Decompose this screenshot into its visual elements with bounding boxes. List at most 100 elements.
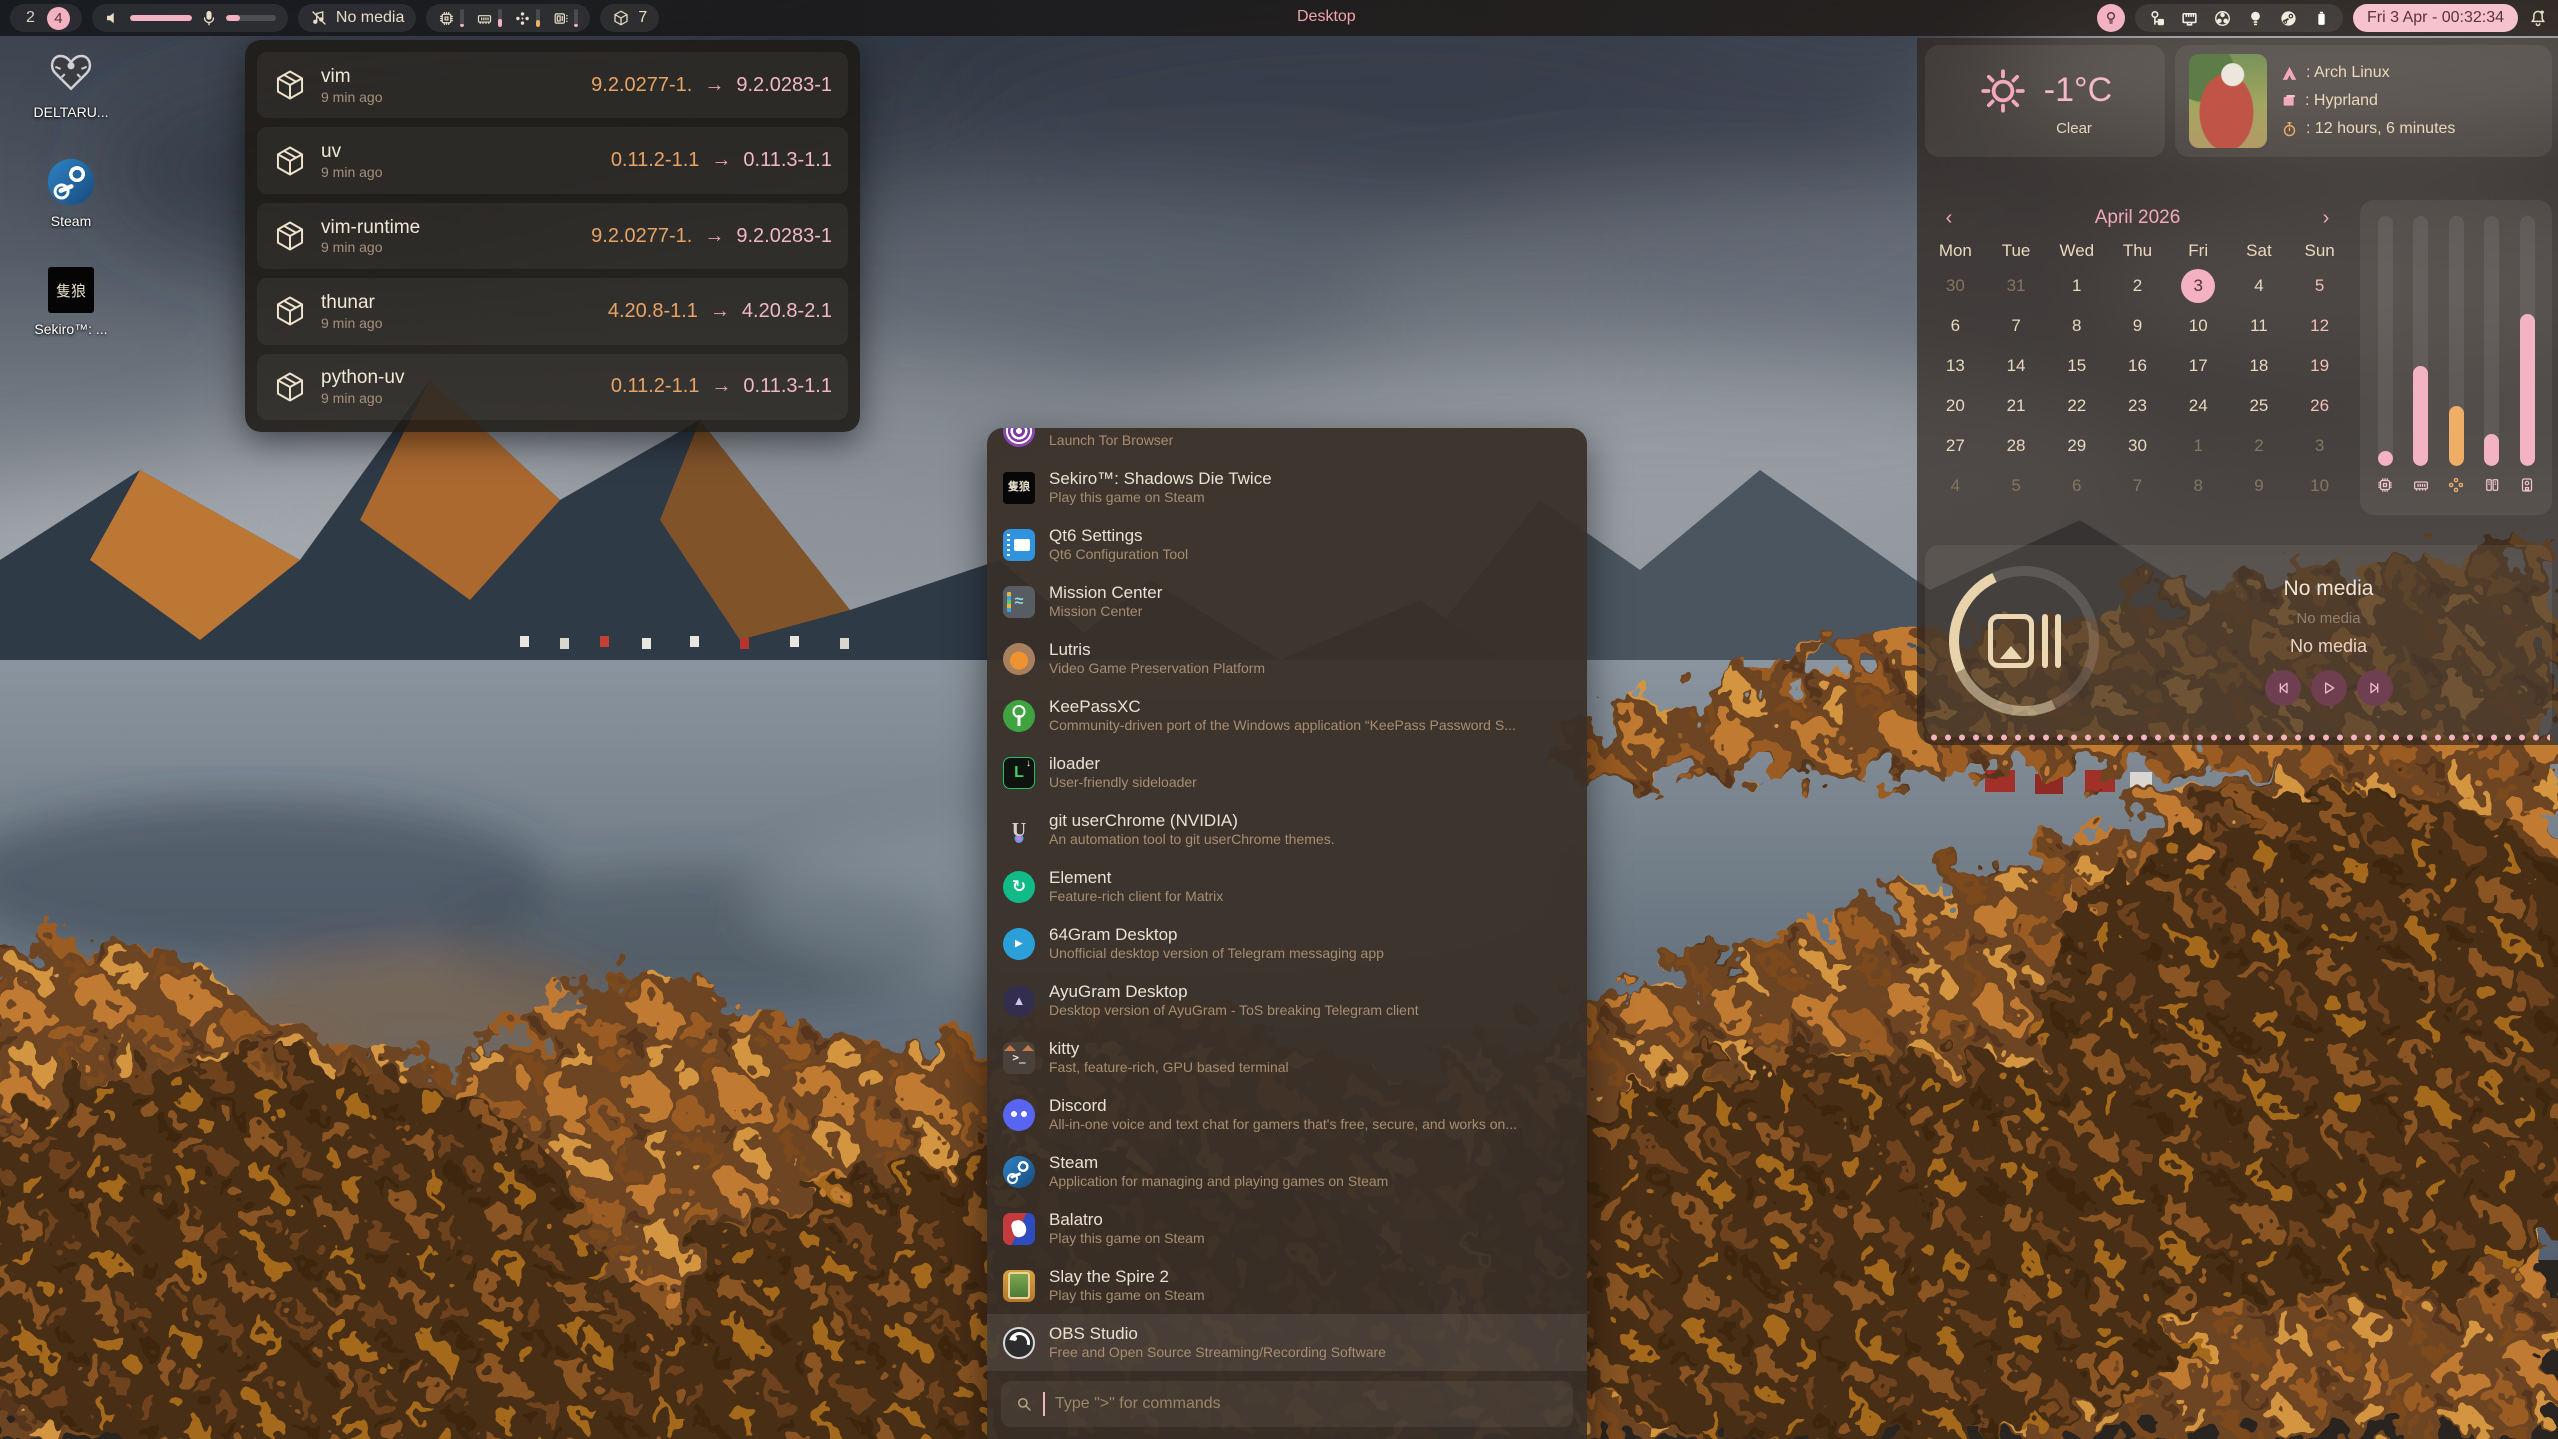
notification-bell-icon[interactable]	[2528, 8, 2548, 28]
updates-chip[interactable]: 7	[600, 4, 659, 32]
system-monitor-module[interactable]	[426, 4, 590, 32]
calendar-date-cell[interactable]: 7	[2107, 466, 2168, 506]
calendar-date-cell[interactable]: 30	[2107, 426, 2168, 466]
launcher-app-row[interactable]: L iloader User-friendly sideloader	[987, 744, 1587, 801]
calendar-date-cell[interactable]: 9	[2229, 466, 2290, 506]
update-row[interactable]: vim-runtime 9 min ago 9.2.0277-1. → 9.2.…	[257, 203, 848, 269]
calendar-date-cell[interactable]: 10	[2289, 466, 2350, 506]
calendar-date-cell[interactable]: 8	[2168, 466, 2229, 506]
calendar-date-cell[interactable]: 4	[1925, 466, 1986, 506]
calendar-date-cell[interactable]: 16	[2107, 346, 2168, 386]
calendar-next-button[interactable]: ›	[2316, 207, 2336, 230]
calendar-date-cell[interactable]: 3	[2289, 426, 2350, 466]
calendar-date-cell[interactable]: 23	[2107, 386, 2168, 426]
calendar-date-cell[interactable]: 29	[2046, 426, 2107, 466]
play-button[interactable]	[2311, 670, 2347, 706]
calendar-date-cell[interactable]: 27	[1925, 426, 1986, 466]
keepassxc-tray-icon[interactable]	[2147, 9, 2166, 28]
calendar-date-cell[interactable]: 31	[1986, 266, 2047, 306]
calendar-date-cell[interactable]: 2	[2229, 426, 2290, 466]
arrow-icon: →	[704, 225, 724, 248]
launcher-app-row[interactable]: Qt6 Settings Qt6 Configuration Tool	[987, 516, 1587, 573]
calendar-date-cell[interactable]: 17	[2168, 346, 2229, 386]
calendar-date-cell[interactable]: 14	[1986, 346, 2047, 386]
calendar-date-cell[interactable]: 3	[2168, 266, 2229, 306]
workspace-4-active[interactable]: 4	[47, 7, 70, 30]
calendar-date-cell[interactable]: 2	[2107, 266, 2168, 306]
launcher-app-row[interactable]: ▲ 64Gram Desktop Unofficial desktop vers…	[987, 915, 1587, 972]
calendar-date-cell[interactable]: 30	[1925, 266, 1986, 306]
app-description: An automation tool to git userChrome the…	[1049, 831, 1335, 849]
launcher-app-row[interactable]: 隻狼 Sekiro™: Shadows Die Twice Play this …	[987, 459, 1587, 516]
launcher-app-row[interactable]: Lutris Video Game Preservation Platform	[987, 630, 1587, 687]
launcher-app-row[interactable]: Tor Browser Launch Tor Browser	[987, 428, 1587, 459]
app-icon: L	[1003, 757, 1035, 789]
launcher-app-row[interactable]: >_ kitty Fast, feature-rich, GPU based t…	[987, 1029, 1587, 1086]
volume-module[interactable]	[92, 4, 288, 32]
media-chip[interactable]: No media	[298, 4, 416, 32]
disk-usage-column	[2518, 216, 2536, 505]
workspace-2[interactable]: 2	[22, 9, 39, 27]
launcher-app-row[interactable]: Discord All-in-one voice and text chat f…	[987, 1086, 1587, 1143]
launcher-app-row[interactable]: ≈ Mission Center Mission Center	[987, 573, 1587, 630]
launcher-app-row[interactable]: Balatro Play this game on Steam	[987, 1200, 1587, 1257]
calendar-date-cell[interactable]: 12	[2289, 306, 2350, 346]
launcher-app-row[interactable]: KeePassXC Community-driven port of the W…	[987, 687, 1587, 744]
network-tray-icon[interactable]	[2180, 9, 2199, 28]
next-track-button[interactable]	[2357, 670, 2393, 706]
calendar-date-cell[interactable]: 9	[2107, 306, 2168, 346]
calendar-date-cell[interactable]: 25	[2229, 386, 2290, 426]
calendar-date-cell[interactable]: 5	[2289, 266, 2350, 306]
calendar-date-cell[interactable]: 20	[1925, 386, 1986, 426]
battery-tray-icon[interactable]	[2312, 9, 2331, 28]
idle-inhibitor-button[interactable]	[2097, 4, 2125, 32]
calendar-date-cell[interactable]: 1	[2168, 426, 2229, 466]
calendar-date-cell[interactable]: 6	[2046, 466, 2107, 506]
previous-track-button[interactable]	[2265, 670, 2301, 706]
steam-tray-icon[interactable]	[2279, 9, 2298, 28]
calendar-date-cell[interactable]: 5	[1986, 466, 2047, 506]
calendar-date-cell[interactable]: 15	[2046, 346, 2107, 386]
calendar-date-cell[interactable]: 7	[1986, 306, 2047, 346]
cpu-usage-column	[2376, 216, 2394, 505]
lightbulb-tray-icon[interactable]	[2246, 9, 2265, 28]
calendar-date-cell[interactable]: 18	[2229, 346, 2290, 386]
mic-slider[interactable]	[226, 15, 276, 21]
update-row[interactable]: uv 9 min ago 0.11.2-1.1 → 0.11.3-1.1	[257, 127, 848, 193]
obs-tray-icon[interactable]	[2213, 9, 2232, 28]
calendar-date-cell[interactable]: 1	[2046, 266, 2107, 306]
launcher-search-input[interactable]: Type ">" for commands	[1001, 1381, 1573, 1427]
calendar-date-cell[interactable]: 11	[2229, 306, 2290, 346]
app-icon	[1003, 643, 1035, 675]
launcher-app-row[interactable]: OBS Studio Free and Open Source Streamin…	[987, 1314, 1587, 1371]
pause-bars-icon	[2042, 614, 2061, 668]
calendar-date-cell[interactable]: 21	[1986, 386, 2047, 426]
calendar-date-cell[interactable]: 4	[2229, 266, 2290, 306]
volume-slider[interactable]	[130, 15, 192, 21]
calendar-date-cell[interactable]: 22	[2046, 386, 2107, 426]
calendar-date-cell[interactable]: 28	[1986, 426, 2047, 466]
desktop-icon-sekiro[interactable]: 隻狼 Sekiro™: ...	[16, 267, 126, 337]
desktop-icon-deltarune[interactable]: DELTARU...	[16, 46, 126, 120]
launcher-app-row[interactable]: Slay the Spire 2 Play this game on Steam	[987, 1257, 1587, 1314]
launcher-app-row[interactable]: ↻ Element Feature-rich client for Matrix	[987, 858, 1587, 915]
calendar-date-cell[interactable]: 6	[1925, 306, 1986, 346]
calendar-date-cell[interactable]: 8	[2046, 306, 2107, 346]
update-row[interactable]: thunar 9 min ago 4.20.8-1.1 → 4.20.8-2.1	[257, 278, 848, 344]
stopwatch-icon	[2281, 121, 2298, 138]
calendar-date-cell[interactable]: 13	[1925, 346, 1986, 386]
calendar-date-cell[interactable]: 26	[2289, 386, 2350, 426]
calendar-date-cell[interactable]: 19	[2289, 346, 2350, 386]
launcher-app-row[interactable]: ▲ AyuGram Desktop Desktop version of Ayu…	[987, 972, 1587, 1029]
launcher-app-row[interactable]: Steam Application for managing and playi…	[987, 1143, 1587, 1200]
update-row[interactable]: python-uv 9 min ago 0.11.2-1.1 → 0.11.3-…	[257, 354, 848, 420]
update-row[interactable]: vim 9 min ago 9.2.0277-1. → 9.2.0283-1	[257, 52, 848, 118]
calendar-date-cell[interactable]: 10	[2168, 306, 2229, 346]
workspaces-module[interactable]: 2 4	[10, 4, 82, 32]
desktop-icon-steam[interactable]: Steam	[16, 158, 126, 229]
calendar-prev-button[interactable]: ‹	[1939, 207, 1959, 230]
clock[interactable]: Fri 3 Apr - 00:32:34	[2353, 4, 2518, 32]
uptime-info-row: : 12 hours, 6 minutes	[2281, 120, 2455, 138]
launcher-app-row[interactable]: U git userChrome (NVIDIA) An automation …	[987, 801, 1587, 858]
calendar-date-cell[interactable]: 24	[2168, 386, 2229, 426]
